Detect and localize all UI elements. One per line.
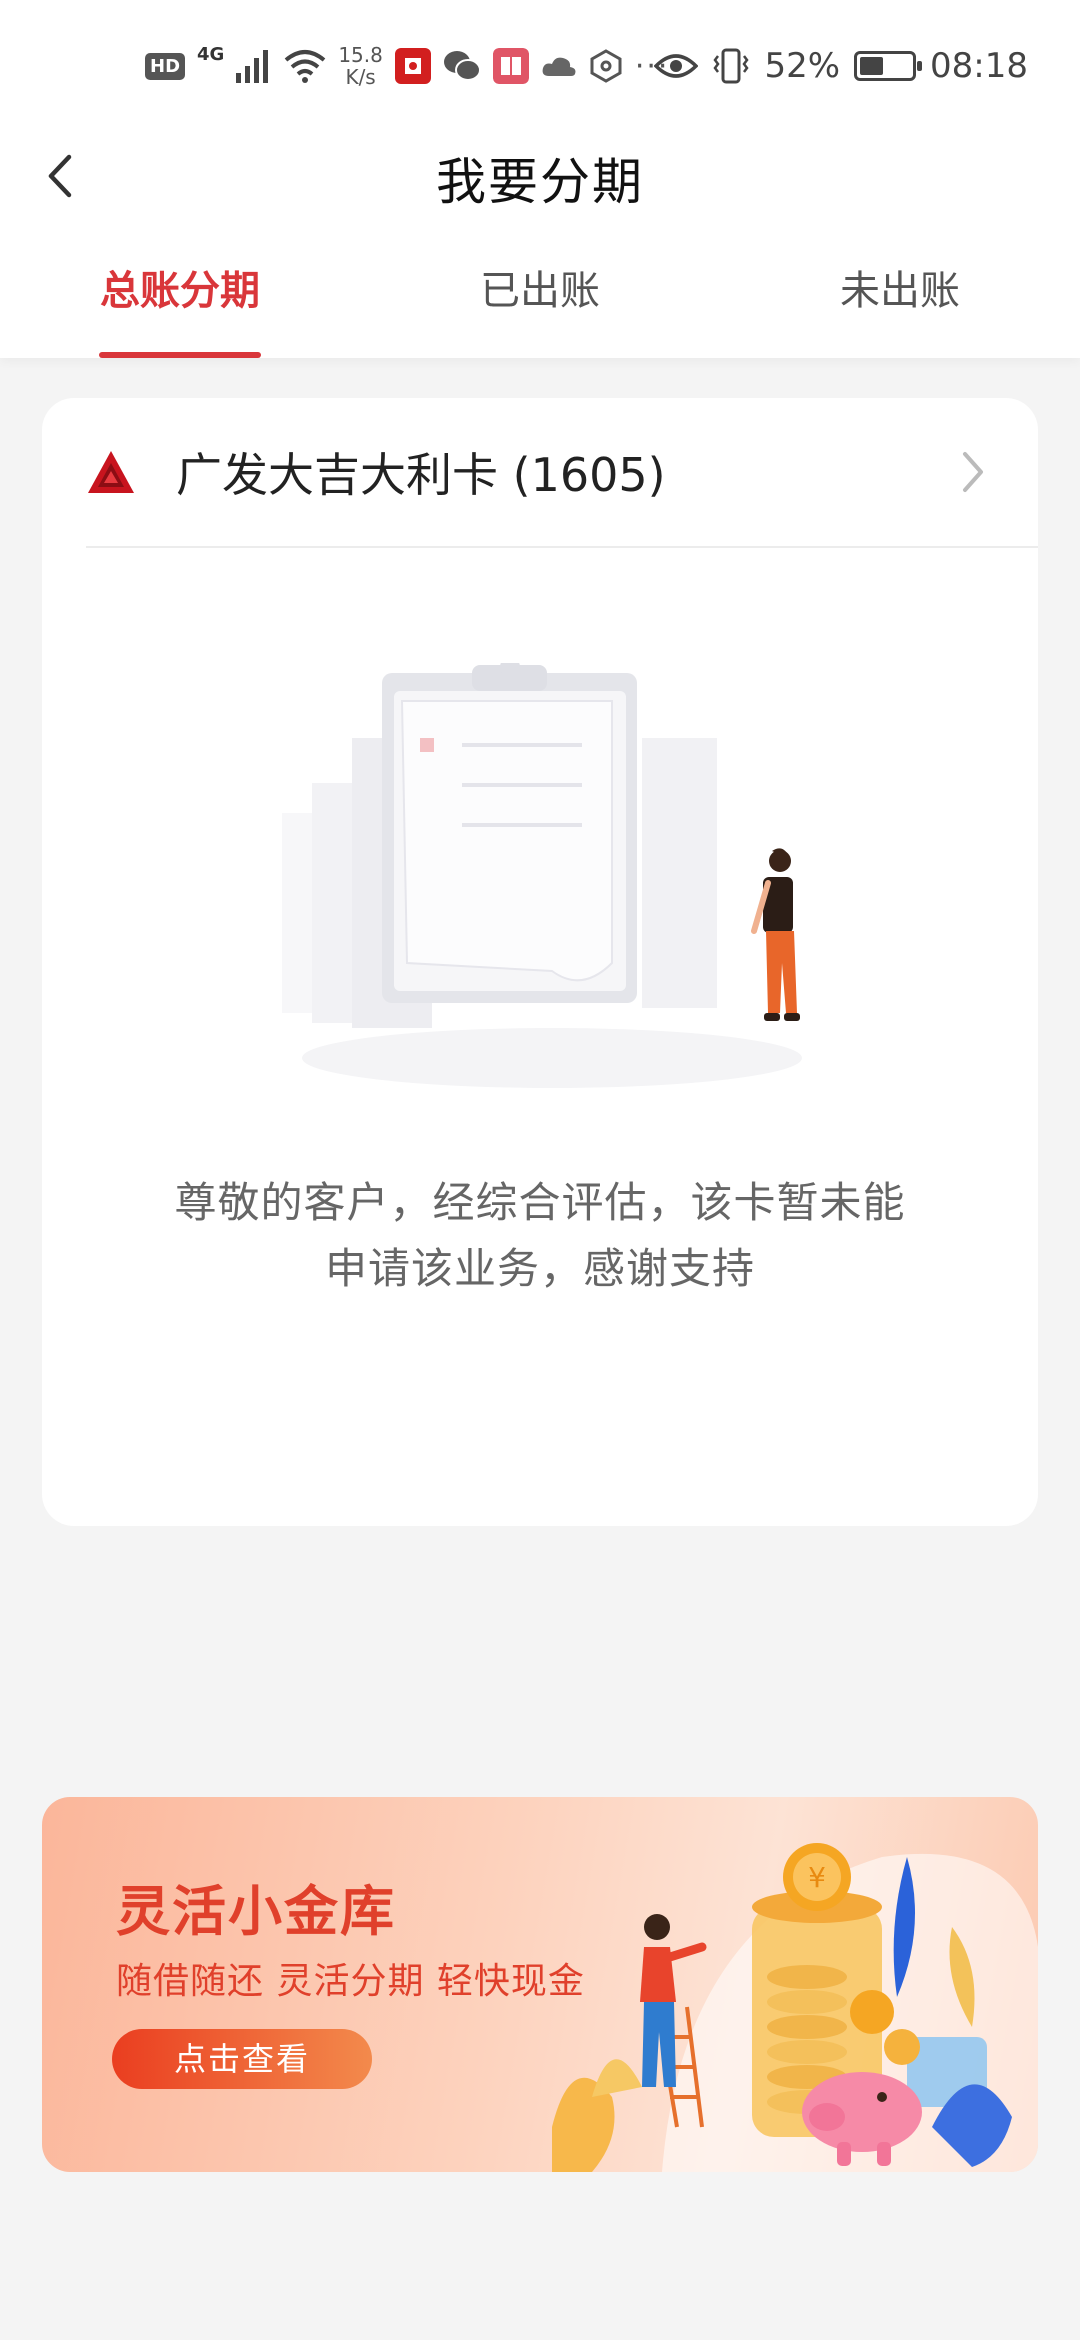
- network-type: 4G: [197, 43, 225, 65]
- vibrate-icon: [713, 48, 749, 84]
- banner-subtitle: 随借随还 灵活分期 轻快现金: [116, 1961, 585, 2002]
- hd-icon: HD: [145, 52, 186, 80]
- view-now-button[interactable]: 点击查看: [112, 2029, 372, 2089]
- tab-total-bill[interactable]: 总账分期: [0, 258, 360, 358]
- ineligible-message: 尊敬的客户，经综合评估，该卡暂未能 申请该业务，感谢支持: [174, 1178, 906, 1293]
- cgb-logo-icon: [88, 451, 134, 493]
- card-name: 广发大吉大利卡 (1605): [176, 448, 666, 502]
- empty-state-illustration: [282, 663, 802, 1088]
- card-panel: 广发大吉大利卡 (1605) 尊敬的客户，经综合评估，该卡暂未能 申请该业务，感: [42, 398, 1038, 1526]
- signal-icon: [236, 50, 269, 83]
- chevron-right-icon: [960, 447, 1000, 497]
- page-title: 我要分期: [436, 153, 644, 211]
- status-bar: HD 4G 15.8 K/s ··· 52% 08:18: [0, 0, 1080, 132]
- banner-title: 灵活小金库: [116, 1880, 396, 1943]
- network-speed: 15.8 K/s: [338, 43, 383, 89]
- card-selector[interactable]: 广发大吉大利卡 (1605): [86, 398, 1038, 548]
- header-area: HD 4G 15.8 K/s ··· 52% 08:18 我要分期 总账分期 已…: [0, 0, 1080, 358]
- tab-billed[interactable]: 已出账: [360, 258, 720, 358]
- tab-unbilled[interactable]: 未出账: [720, 258, 1080, 358]
- promo-banner[interactable]: 灵活小金库 随借随还 灵活分期 轻快现金 点击查看 ¥: [42, 1797, 1038, 2172]
- tab-bar: 总账分期 已出账 未出账: [0, 258, 1080, 358]
- app-notification-icon: [394, 48, 431, 84]
- status-left: HD 4G 15.8 K/s ···: [145, 38, 669, 94]
- wifi-icon: [285, 50, 326, 83]
- active-tab-indicator: [99, 352, 261, 358]
- money-jar-illustration: ¥: [552, 1843, 1038, 2172]
- navigation-bar: 我要分期: [0, 132, 1080, 224]
- tab-label: 总账分期: [100, 268, 260, 314]
- svg-text:¥: ¥: [808, 1861, 826, 1894]
- eye-icon: [654, 54, 699, 78]
- hexagon-icon: [590, 49, 622, 83]
- tab-label: 已出账: [480, 268, 600, 314]
- battery-icon: [854, 51, 923, 81]
- wechat-icon: [443, 51, 481, 81]
- clock: 08:18: [930, 46, 1028, 86]
- status-right: 52% 08:18: [654, 38, 1028, 94]
- reader-app-icon: [492, 48, 529, 84]
- battery-level: [860, 57, 884, 75]
- battery-percent: 52%: [764, 46, 841, 86]
- cloud-icon: [542, 57, 576, 76]
- tab-label: 未出账: [840, 268, 960, 314]
